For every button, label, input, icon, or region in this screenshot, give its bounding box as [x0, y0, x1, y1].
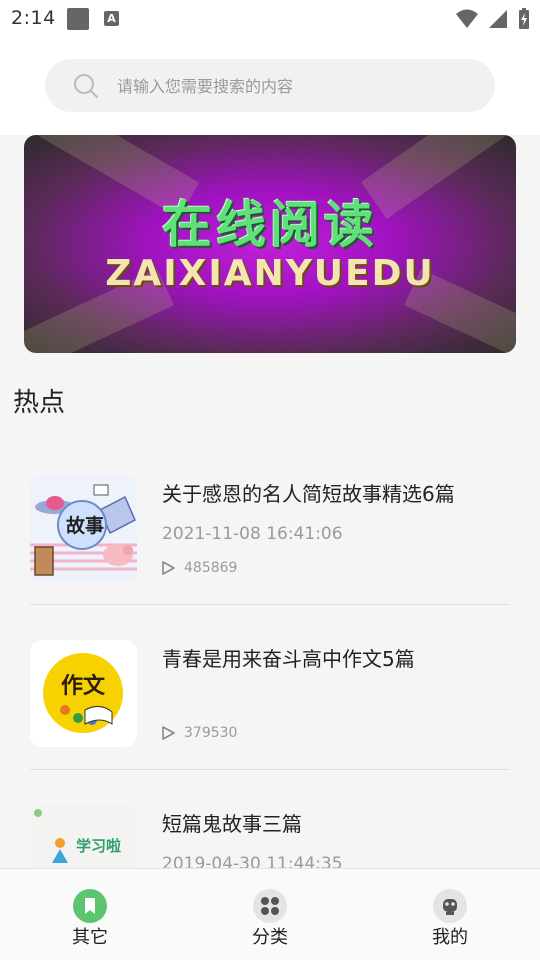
bookmark-icon: [85, 898, 95, 914]
article-title: 关于感恩的名人简短故事精选6篇: [162, 482, 455, 506]
nav-icon-bg: [253, 889, 287, 923]
thumbnail-label: 作文: [60, 674, 105, 699]
play-icon: [162, 561, 175, 575]
list-item[interactable]: 作文 青春是用来奋斗高中作文5篇 379530: [0, 605, 540, 770]
article-views: 485869: [160, 560, 237, 576]
thumbnail-label: 学习啦: [76, 837, 122, 855]
article-title: 青春是用来奋斗高中作文5篇: [162, 647, 415, 671]
article-views: 379530: [160, 725, 237, 741]
banner-subtitle: ZAIXIANYUEDU: [105, 253, 435, 294]
robot-icon: [443, 899, 457, 915]
banner[interactable]: 在线阅读 ZAIXIANYUEDU: [24, 135, 516, 353]
article-title: 短篇鬼故事三篇: [162, 812, 302, 836]
status-icons: [456, 8, 530, 30]
notification-square-icon: [67, 8, 89, 30]
section-title-hot: 热点: [13, 388, 66, 418]
nav-item-other[interactable]: 其它: [0, 869, 180, 960]
thumbnail-label: 故事: [65, 515, 104, 537]
article-list: 故事 关于感恩的名人简短故事精选6篇 2021-11-08 16:41:06 4…: [0, 440, 540, 935]
article-thumbnail: 故事: [30, 475, 137, 582]
nav-item-mine[interactable]: 我的: [360, 869, 540, 960]
article-date: 2021-11-08 16:41:06: [162, 524, 343, 544]
app-screen: 2:14 A 请输入您需要搜索的内容 在线阅读 ZAIXIANYUEDU 热点 …: [0, 0, 540, 960]
wifi-icon: [456, 9, 478, 28]
grid-icon: [261, 897, 279, 915]
view-count: 379530: [184, 725, 238, 741]
signal-icon: [489, 10, 507, 28]
banner-title: 在线阅读: [162, 196, 378, 254]
nav-label-category: 分类: [252, 927, 288, 948]
battery-icon: [519, 8, 529, 29]
nav-icon-bg: [73, 889, 107, 923]
nav-label-mine: 我的: [432, 927, 468, 948]
status-time: 2:14: [11, 7, 56, 29]
view-count: 485869: [184, 560, 238, 576]
a-badge-icon: A: [104, 11, 119, 26]
nav-label-other: 其它: [72, 927, 108, 948]
play-icon: [162, 726, 175, 740]
list-item[interactable]: 故事 关于感恩的名人简短故事精选6篇 2021-11-08 16:41:06 4…: [0, 440, 540, 605]
search-bar[interactable]: [45, 59, 495, 114]
header: [0, 40, 540, 135]
article-thumbnail: 作文: [30, 640, 137, 747]
bottom-nav: 其它 分类 我的: [0, 868, 540, 960]
search-icon: [74, 74, 98, 98]
search-input[interactable]: [115, 59, 479, 114]
status-bar: 2:14 A: [0, 0, 540, 40]
nav-icon-bg: [433, 889, 467, 923]
nav-item-category[interactable]: 分类: [180, 869, 360, 960]
